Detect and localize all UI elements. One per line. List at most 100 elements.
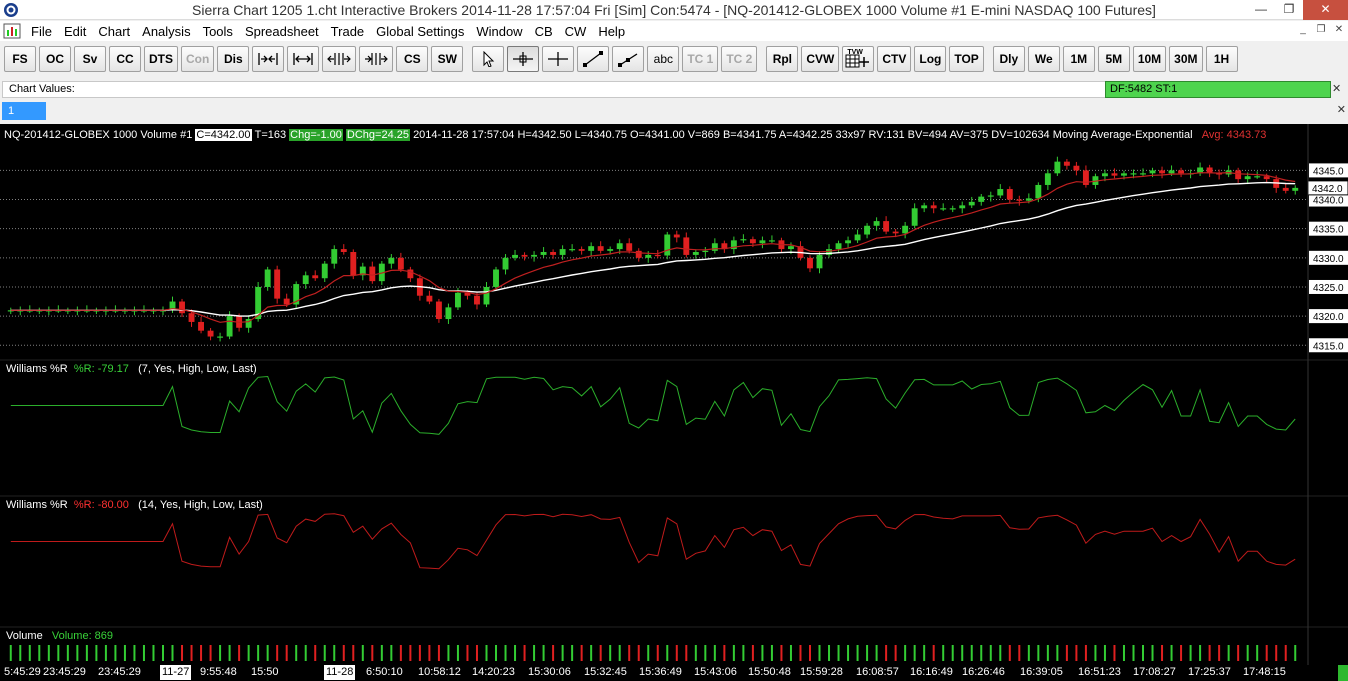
menu-help[interactable]: Help: [592, 24, 631, 39]
sv-button[interactable]: Sv: [74, 46, 106, 72]
cvw-button[interactable]: CVW: [801, 46, 840, 72]
menu-trade[interactable]: Trade: [325, 24, 370, 39]
ctv-button[interactable]: CTV: [877, 46, 912, 72]
down-candle: [283, 298, 290, 305]
weekly-timeframe-button[interactable]: We: [1027, 46, 1060, 72]
down-candle: [1063, 161, 1070, 166]
ema-slow-line: [10, 181, 1296, 317]
time-axis-label: 17:25:37: [1188, 666, 1231, 678]
sw-button[interactable]: SW: [431, 46, 464, 72]
down-candle: [188, 313, 195, 322]
tab-close-button[interactable]: ✕: [1337, 103, 1346, 116]
menu-file[interactable]: File: [25, 24, 58, 39]
bar-spacing-decrease-button[interactable]: [252, 46, 285, 72]
time-axis-label: 15:43:06: [694, 666, 737, 678]
scroll-left-button[interactable]: [322, 46, 357, 72]
mdi-restore-button[interactable]: ❐: [1312, 22, 1330, 39]
chart-canvas[interactable]: 4345.0 4340.0 4335.0 4330.0 4325.0 4320.0 4315…: [0, 124, 1348, 665]
up-candle: [512, 254, 518, 258]
price-tick-label: 4335.0: [1313, 225, 1344, 236]
menu-cw[interactable]: CW: [559, 24, 593, 39]
up-candle: [1044, 173, 1051, 185]
time-axis[interactable]: 5:45:29 23:45:29 23:45:29 11-27 9:55:48 15:50…: [0, 665, 1348, 681]
oc-button[interactable]: OC: [39, 46, 71, 72]
values-tool-button[interactable]: [542, 46, 575, 72]
10min-timeframe-button[interactable]: 10M: [1132, 46, 1167, 72]
tvw-button[interactable]: TVW: [842, 46, 875, 72]
chart-area[interactable]: 4345.0 4340.0 4335.0 4330.0 4325.0 4320.0 4315…: [0, 124, 1348, 665]
down-candle: [274, 269, 281, 299]
top-button[interactable]: TOP: [949, 46, 984, 72]
time-axis-label: 15:30:06: [528, 666, 571, 678]
dis-button[interactable]: Dis: [217, 46, 250, 72]
1hour-timeframe-button[interactable]: 1H: [1205, 46, 1238, 72]
up-candle: [1244, 176, 1251, 180]
up-candle: [1168, 170, 1175, 174]
chart-values-close-button[interactable]: ✕: [1332, 82, 1346, 97]
rpl-button[interactable]: Rpl: [766, 46, 799, 72]
up-candle: [1130, 173, 1137, 175]
time-axis-label: 15:36:49: [639, 666, 682, 678]
ray-tool-button[interactable]: [612, 46, 645, 72]
bar-spacing-increase-button[interactable]: [287, 46, 320, 72]
down-candle: [198, 321, 205, 331]
menu-spreadsheet[interactable]: Spreadsheet: [239, 24, 325, 39]
up-candle: [302, 275, 309, 285]
pointer-arrow-icon: [483, 51, 495, 67]
time-axis-label: 16:16:49: [910, 666, 953, 678]
up-candle: [1140, 173, 1146, 175]
time-axis-label: 16:26:46: [962, 666, 1005, 678]
up-candle: [902, 225, 909, 234]
mdi-minimize-button[interactable]: _: [1294, 22, 1312, 39]
crosshair-icon: [513, 52, 534, 66]
text-tool-button[interactable]: abc: [647, 46, 680, 72]
williams-r-7-label: Williams %R %R: -79.17 (7, Yes, High, Lo…: [6, 363, 257, 375]
header-dchg: DChg=24.25: [345, 128, 410, 141]
time-axis-label: 16:51:23: [1078, 666, 1121, 678]
con-button[interactable]: Con: [181, 46, 215, 72]
daily-timeframe-button[interactable]: Dly: [992, 46, 1025, 72]
time-axis-label: 15:50:48: [748, 666, 791, 678]
30min-timeframe-button[interactable]: 30M: [1169, 46, 1203, 72]
menu-global-settings[interactable]: Global Settings: [370, 24, 470, 39]
mdi-close-button[interactable]: ✕: [1330, 22, 1348, 39]
up-candle: [949, 208, 956, 210]
dts-button[interactable]: DTS: [144, 46, 178, 72]
maximize-button[interactable]: ❐: [1275, 0, 1303, 20]
time-axis-label: 5:45:29: [4, 666, 41, 678]
time-axis-label: 11-28: [324, 665, 356, 680]
menu-cb[interactable]: CB: [529, 24, 559, 39]
log-button[interactable]: Log: [914, 46, 947, 72]
up-candle: [845, 240, 852, 244]
1min-timeframe-button[interactable]: 1M: [1062, 46, 1095, 72]
menu-chart[interactable]: Chart: [92, 24, 136, 39]
menu-window[interactable]: Window: [470, 24, 528, 39]
cs-button[interactable]: CS: [396, 46, 429, 72]
5min-timeframe-button[interactable]: 5M: [1097, 46, 1130, 72]
pointer-tool-button[interactable]: [472, 46, 505, 72]
down-candle: [597, 246, 604, 251]
chart-document-icon[interactable]: [3, 22, 21, 40]
menu-edit[interactable]: Edit: [58, 24, 92, 39]
close-button[interactable]: ✕: [1303, 0, 1348, 20]
price-tick-label: 4315.0: [1313, 341, 1344, 352]
scroll-right-button[interactable]: [359, 46, 394, 72]
up-candle: [1035, 184, 1042, 199]
up-candle: [1121, 173, 1127, 176]
tc2-button[interactable]: TC 2: [721, 46, 758, 72]
volume-label: Volume Volume: 869: [6, 630, 113, 642]
up-candle: [454, 292, 461, 308]
line-tool-button[interactable]: [577, 46, 610, 72]
chart-tab-1[interactable]: 1: [2, 102, 46, 120]
fs-button[interactable]: FS: [4, 46, 36, 72]
minimize-button[interactable]: —: [1247, 0, 1275, 20]
tc1-button[interactable]: TC 1: [682, 46, 719, 72]
crosshair-tool-button[interactable]: [507, 46, 540, 72]
menu-tools[interactable]: Tools: [197, 24, 239, 39]
menu-analysis[interactable]: Analysis: [136, 24, 196, 39]
time-axis-label: 17:48:15: [1243, 666, 1286, 678]
cc-button[interactable]: CC: [109, 46, 141, 72]
header-close: C=4342.00: [195, 128, 252, 141]
scroll-left-icon: [327, 53, 352, 65]
down-candle: [1111, 173, 1118, 176]
